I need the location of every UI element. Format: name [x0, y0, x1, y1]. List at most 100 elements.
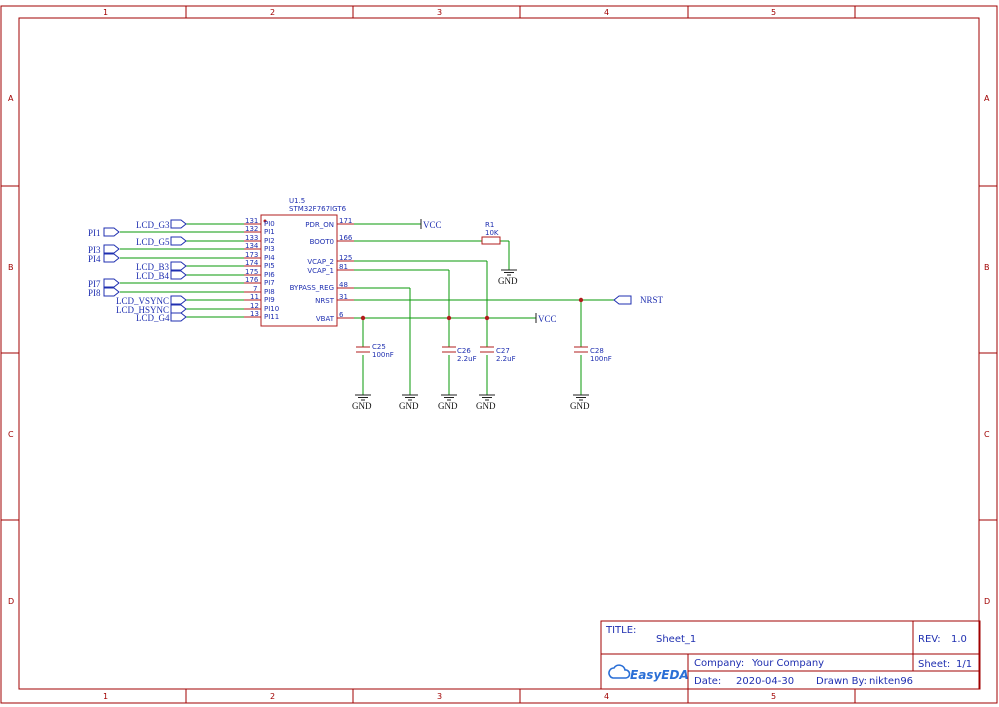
resistor-value: 10K: [485, 229, 499, 237]
col-label-top: 5: [771, 8, 776, 17]
gnd-symbol: GND: [399, 394, 419, 411]
right-wires: [354, 223, 614, 395]
date-value: 2020-04-30: [736, 676, 794, 687]
logo-text: EasyEDA: [630, 668, 689, 682]
sheet-title: Sheet_1: [656, 634, 696, 645]
pin-name: PI9: [264, 296, 275, 304]
sheet-label: Sheet:: [918, 659, 950, 670]
net-port[interactable]: [103, 244, 120, 254]
rev-label: REV:: [918, 634, 941, 645]
net-port[interactable]: [103, 253, 120, 263]
net-port[interactable]: [103, 278, 120, 288]
gnd-symbol: GND: [498, 269, 518, 286]
pin-name: VBAT: [316, 315, 335, 323]
sheet-value: 1/1: [956, 659, 972, 670]
net-label: NRST: [640, 295, 664, 305]
col-label-bottom: 5: [771, 692, 776, 701]
resistor-ref: R1: [485, 221, 494, 229]
title-block: TITLE: Sheet_1 REV: 1.0 Company: Your Co…: [600, 620, 981, 690]
net-label: LCD_G3: [136, 220, 170, 230]
pin-name: PI10: [264, 305, 279, 313]
rev-value: 1.0: [951, 634, 967, 645]
net-port[interactable]: [613, 295, 632, 305]
net-port[interactable]: [103, 227, 120, 237]
pin-name: PI7: [264, 279, 275, 287]
pin-name: PI0: [264, 220, 275, 228]
drawn-by-label: Drawn By:: [816, 676, 867, 687]
net-port[interactable]: [170, 312, 187, 322]
pin-name: PI6: [264, 271, 275, 279]
pin-name: BOOT0: [310, 238, 334, 246]
gnd-symbol: GND: [476, 394, 496, 411]
pin-name: NRST: [315, 297, 335, 305]
pin-name: PI2: [264, 237, 275, 245]
svg-text:GND: GND: [438, 401, 458, 411]
vcc-label: VCC: [423, 220, 442, 230]
gnd-symbol: GND: [570, 394, 590, 411]
col-label-bottom: 3: [437, 692, 442, 701]
pin-name: PI3: [264, 245, 275, 253]
svg-text:GND: GND: [476, 401, 496, 411]
col-label-bottom: 4: [604, 692, 609, 701]
net-port[interactable]: [170, 261, 187, 271]
drawn-by-value: nikten96: [869, 676, 913, 687]
capacitor-c26[interactable]: C26 2.2uF: [442, 346, 477, 363]
nrst-port[interactable]: NRST: [613, 295, 664, 305]
row-label-right: C: [984, 430, 990, 439]
company-value: Your Company: [751, 658, 824, 669]
cap-ref: C28: [590, 347, 604, 355]
capacitor-c28[interactable]: C28 100nF: [574, 346, 612, 363]
company-label: Company:: [694, 658, 744, 669]
row-label-left: D: [8, 597, 14, 606]
net-label: LCD_G4: [136, 313, 170, 323]
pin-name: PI5: [264, 262, 275, 270]
row-label-right: B: [984, 263, 990, 272]
schematic-sheet: 1 2 3 4 5 1 2 3 4 5 A B C D A B C D U1.5…: [0, 5, 998, 704]
ic-part: STM32F767IGT6: [289, 205, 347, 213]
pin-name: PI11: [264, 313, 279, 321]
title-label: TITLE:: [605, 625, 636, 636]
easyeda-logo: EasyEDA: [608, 664, 689, 682]
capacitor-c27[interactable]: C27 2.2uF: [480, 346, 516, 363]
net-port[interactable]: [170, 304, 187, 314]
net-port[interactable]: [170, 295, 187, 305]
net-label: PI8: [88, 288, 101, 298]
row-label-left: C: [8, 430, 14, 439]
right-pin-numbers: 171 166 125 81 48 31 6: [339, 217, 353, 319]
row-label-right: A: [984, 94, 990, 103]
cap-ref: C25: [372, 343, 386, 351]
cap-value: 100nF: [372, 351, 394, 359]
pin-name: BYPASS_REG: [290, 284, 334, 292]
col-label-top: 1: [103, 8, 108, 17]
row-label-right: D: [984, 597, 990, 606]
cap-ref: C26: [457, 347, 471, 355]
gnd-symbols: GND GND GND GND GND GND: [352, 269, 590, 411]
cap-value: 2.2uF: [457, 355, 477, 363]
col-label-top: 4: [604, 8, 609, 17]
resistor-r1[interactable]: R1 10K: [481, 221, 501, 245]
net-port[interactable]: [170, 270, 187, 280]
pin-name: PI8: [264, 288, 275, 296]
capacitor-c25[interactable]: C25 100nF: [356, 343, 394, 359]
resistor-body[interactable]: [481, 236, 501, 245]
svg-text:GND: GND: [498, 276, 518, 286]
gnd-symbol: GND: [352, 394, 372, 411]
pin-name: VCAP_2: [307, 258, 334, 266]
ic-u1-5[interactable]: U1.5 STM32F767IGT6 PI0 PI1 PI2 PI3 PI4 P…: [245, 197, 353, 327]
vcc-symbol[interactable]: VCC: [420, 219, 442, 230]
pin-name: PI4: [264, 254, 275, 262]
net-label: LCD_G5: [136, 237, 170, 247]
pin-name: VCAP_1: [307, 267, 334, 275]
gnd-symbol: GND: [438, 394, 458, 411]
net-port[interactable]: [103, 287, 120, 297]
col-label-bottom: 1: [103, 692, 108, 701]
pin-name: PI1: [264, 228, 275, 236]
net-port[interactable]: [170, 219, 187, 229]
col-label-bottom: 2: [270, 692, 275, 701]
net-port[interactable]: [170, 236, 187, 246]
cap-ref: C27: [496, 347, 510, 355]
net-label: LCD_B4: [136, 271, 170, 281]
col-label-top: 2: [270, 8, 275, 17]
vcc-label: VCC: [538, 314, 557, 324]
vcc-symbol[interactable]: VCC: [535, 313, 557, 324]
